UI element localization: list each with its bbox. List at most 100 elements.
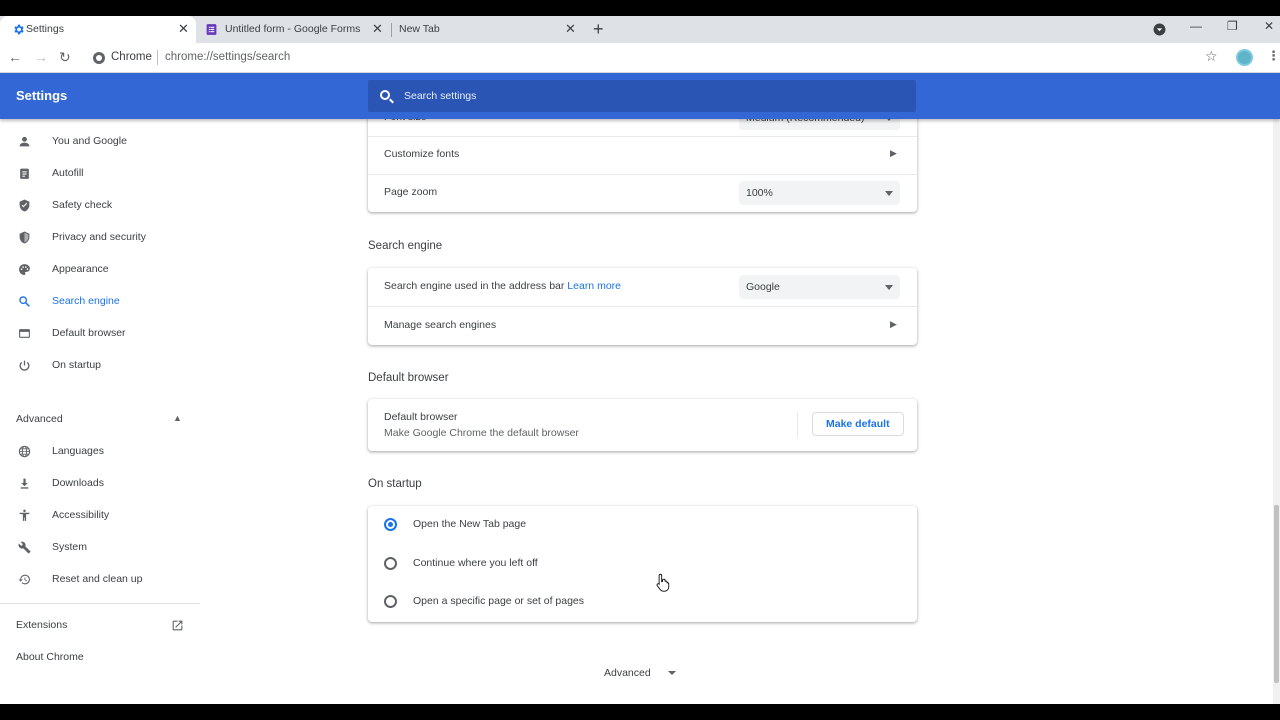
radio-unchecked[interactable]: [384, 557, 397, 570]
sidebar-item-label: Appearance: [52, 263, 109, 275]
sidebar-item-languages[interactable]: Languages: [0, 437, 200, 467]
radio-label: Continue where you left off: [413, 557, 538, 569]
extensions-label: Extensions: [16, 619, 68, 631]
arrow-right-icon: ▶: [890, 319, 897, 329]
settings-header: Settings: [0, 73, 1280, 119]
search-engine-select[interactable]: Google: [739, 275, 900, 299]
sidebar-item-you-and-google[interactable]: You and Google: [0, 127, 200, 157]
sidebar-item-label: System: [52, 541, 88, 553]
default-browser-sub: Make Google Chrome the default browser: [384, 427, 579, 439]
chevron-up-icon: ▲: [173, 413, 182, 423]
reload-icon[interactable]: ↻: [59, 49, 71, 65]
page-zoom-value: 100%: [746, 187, 773, 199]
page-zoom-label: Page zoom: [384, 186, 438, 198]
sidebar-item-system[interactable]: System: [0, 533, 200, 563]
search-settings-input[interactable]: [404, 88, 884, 104]
restore-icon[interactable]: ❐: [1227, 19, 1238, 33]
page-scrollbar[interactable]: [1273, 119, 1280, 704]
page-zoom-select[interactable]: 100%: [739, 181, 900, 205]
sidebar-item-label: On startup: [52, 359, 102, 371]
radio-unchecked[interactable]: [384, 595, 397, 608]
sidebar-item-reset-and-clean-up[interactable]: Reset and clean up: [0, 565, 200, 595]
download-icon: [20, 478, 29, 489]
radio-checked[interactable]: [384, 518, 397, 531]
chrome-site-icon: [93, 52, 105, 64]
search-engine-used-row: Search engine used in the address bar Le…: [368, 268, 917, 306]
sidebar-item-label: Downloads: [52, 477, 104, 489]
sidebar-item-about-chrome[interactable]: About Chrome: [0, 643, 200, 673]
tab-google-forms[interactable]: Untitled form - Google Forms ✕: [196, 16, 391, 43]
tab-title: Settings: [26, 23, 64, 35]
site-label: Chrome: [111, 51, 152, 63]
sidebar-item-label: Languages: [52, 445, 104, 457]
close-icon[interactable]: ✕: [565, 22, 576, 36]
radio-label: Open the New Tab page: [413, 518, 527, 530]
customize-fonts-row[interactable]: Customize fonts ▶: [368, 136, 917, 174]
sidebar-item-appearance[interactable]: Appearance: [0, 255, 200, 285]
sidebar-advanced-toggle[interactable]: Advanced ▲: [0, 405, 200, 435]
bookmark-star-icon[interactable]: ☆: [1205, 48, 1218, 65]
sidebar-item-downloads[interactable]: Downloads: [0, 469, 200, 499]
minimize-icon[interactable]: —: [1190, 19, 1202, 33]
row-divider: [797, 412, 798, 438]
open-in-new-icon: [172, 620, 183, 631]
startup-option-new-tab[interactable]: Open the New Tab page: [368, 506, 917, 544]
sidebar-item-on-startup[interactable]: On startup: [0, 351, 200, 381]
tab-search-icon[interactable]: [1153, 23, 1166, 36]
browser-window: Settings ✕ Untitled form - Google Forms …: [0, 16, 1280, 704]
advanced-label: Advanced: [16, 413, 63, 425]
profile-avatar[interactable]: [1236, 49, 1253, 66]
make-default-button[interactable]: Make default: [812, 412, 904, 436]
new-tab-plus-icon[interactable]: +: [593, 20, 604, 38]
sidebar-item-safety-check[interactable]: Safety check: [0, 191, 200, 221]
forward-arrow-icon[interactable]: →: [34, 49, 48, 65]
sidebar-divider: [0, 603, 200, 604]
shield-check-icon: [19, 199, 30, 212]
menu-kebab-icon[interactable]: ⋮: [1267, 48, 1280, 64]
tab-strip: Settings ✕ Untitled form - Google Forms …: [0, 16, 1280, 43]
sidebar-item-privacy-and-security[interactable]: Privacy and security: [0, 223, 200, 253]
tab-title: Untitled form - Google Forms: [225, 23, 361, 35]
sidebar-item-search-engine[interactable]: Search engine: [0, 287, 200, 317]
omnibox[interactable]: Chrome chrome://settings/search: [84, 45, 1228, 71]
default-browser-section-title: Default browser: [368, 372, 449, 384]
startup-option-specific-pages[interactable]: Open a specific page or set of pages: [368, 583, 917, 621]
search-engine-card: Search engine used in the address bar Le…: [368, 268, 917, 345]
settings-search-box[interactable]: [368, 80, 916, 112]
caret-down-icon: [668, 671, 676, 675]
search-engine-used-label: Search engine used in the address bar Le…: [384, 280, 621, 292]
learn-more-link[interactable]: Learn more: [567, 280, 621, 292]
startup-option-continue[interactable]: Continue where you left off: [368, 545, 917, 583]
palette-icon: [19, 264, 30, 275]
search-engine-value: Google: [746, 281, 780, 293]
tab-new-tab[interactable]: New Tab ✕: [391, 16, 584, 43]
power-icon: [19, 360, 30, 371]
customize-fonts-label: Customize fonts: [384, 148, 460, 160]
sidebar-item-label: Search engine: [52, 295, 120, 307]
sidebar-item-extensions[interactable]: Extensions: [0, 611, 200, 641]
accessibility-icon: [19, 509, 30, 521]
manage-search-engines-label: Manage search engines: [384, 319, 497, 331]
sidebar-item-accessibility[interactable]: Accessibility: [0, 501, 200, 531]
about-chrome-label: About Chrome: [16, 651, 84, 663]
manage-search-engines-row[interactable]: Manage search engines ▶: [368, 307, 917, 345]
window-close-icon[interactable]: ✕: [1264, 19, 1274, 33]
default-browser-card: Default browser Make Google Chrome the d…: [368, 399, 917, 451]
sidebar-item-default-browser[interactable]: Default browser: [0, 319, 200, 349]
advanced-expand-button[interactable]: Advanced: [604, 667, 651, 679]
sidebar-item-label: You and Google: [52, 135, 127, 147]
forms-icon: [206, 24, 217, 35]
arrow-right-icon: ▶: [890, 148, 897, 158]
hand-cursor-icon: [656, 573, 670, 592]
sidebar-item-label: Autofill: [52, 167, 84, 179]
url-text[interactable]: chrome://settings/search: [165, 51, 290, 63]
sidebar: You and Google Autofill Safety check Pri…: [0, 119, 200, 704]
clipboard-icon: [20, 168, 29, 179]
sidebar-item-autofill[interactable]: Autofill: [0, 159, 200, 189]
tab-settings[interactable]: Settings ✕: [0, 16, 196, 43]
back-arrow-icon[interactable]: ←: [8, 49, 22, 65]
close-icon[interactable]: ✕: [178, 22, 189, 36]
close-icon[interactable]: ✕: [372, 22, 383, 36]
sidebar-item-label: Accessibility: [52, 509, 110, 521]
scrollbar-thumb[interactable]: [1274, 505, 1279, 683]
